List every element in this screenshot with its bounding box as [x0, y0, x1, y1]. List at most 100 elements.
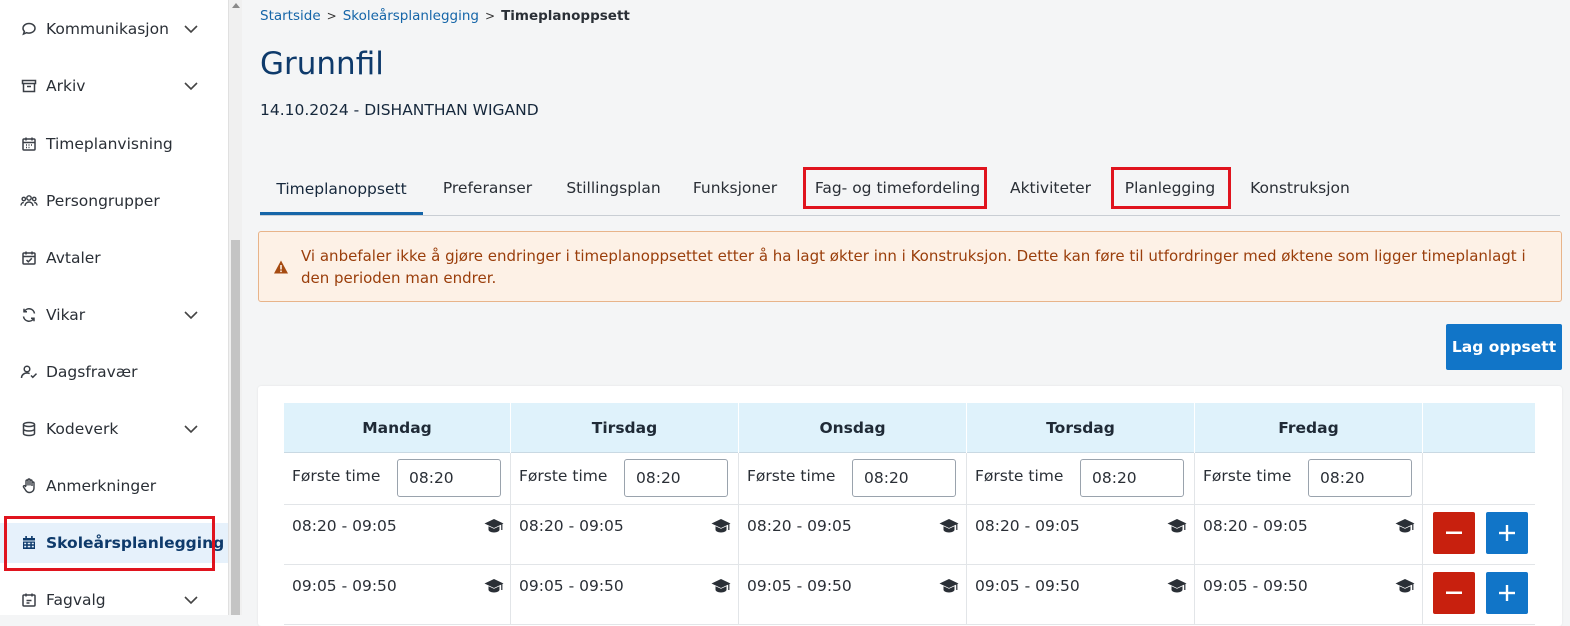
graduation-cap-icon[interactable] — [484, 518, 504, 534]
sidebar-item-label: Dagsfravær — [46, 363, 138, 381]
sidebar-item-skolearsplanlegging[interactable]: Skoleårsplanlegging — [0, 523, 228, 563]
sidebar-item-dagsfravaer[interactable]: Dagsfravær — [0, 352, 228, 392]
plus-icon — [1499, 585, 1515, 601]
sidebar-scrollbar[interactable] — [228, 0, 242, 615]
table-cell: 08:20 - 09:05 — [739, 505, 967, 564]
calendar-grid-icon — [20, 534, 38, 552]
graduation-cap-icon[interactable] — [939, 578, 959, 594]
chevron-down-icon — [183, 593, 199, 607]
table-cell: 08:20 - 09:05 — [511, 505, 739, 564]
sidebar-item-kommunikasjon[interactable]: Kommunikasjon — [0, 9, 228, 49]
table-cell: 08:20 - 09:05 — [967, 505, 1195, 564]
slot-time: 09:05 - 09:50 — [519, 577, 624, 595]
first-period-input-torsdag[interactable] — [1080, 459, 1184, 497]
first-period-label: Første time — [747, 467, 836, 485]
tab-funksjoner[interactable]: Funksjoner — [685, 166, 785, 210]
sidebar-item-fagvalg[interactable]: Fagvalg — [0, 580, 228, 620]
first-period-label: Første time — [1203, 467, 1292, 485]
slot-time: 08:20 - 09:05 — [975, 517, 1080, 535]
sidebar-item-kodeverk[interactable]: Kodeverk — [0, 409, 228, 449]
plus-icon — [1499, 525, 1515, 541]
first-period-input-tirsdag[interactable] — [624, 459, 728, 497]
column-header-torsdag: Torsdag — [967, 403, 1195, 453]
chevron-right-icon: > — [326, 9, 337, 23]
add-slot-button[interactable] — [1486, 512, 1528, 554]
sidebar-item-label: Arkiv — [46, 77, 86, 95]
table-cell: Første time — [967, 453, 1195, 504]
remove-slot-button[interactable] — [1433, 572, 1475, 614]
tab-fag-og-timefordeling[interactable]: Fag- og timefordeling — [808, 166, 987, 210]
first-period-label: Første time — [292, 467, 381, 485]
table-cell: 09:05 - 09:50 — [739, 565, 967, 624]
slot-time: 08:20 - 09:05 — [519, 517, 624, 535]
page-title: Grunnfil — [260, 46, 384, 82]
slot-time: 08:20 - 09:05 — [1203, 517, 1308, 535]
remove-slot-button[interactable] — [1433, 512, 1475, 554]
breadcrumb-link[interactable]: Startside — [260, 8, 321, 24]
table-row: 08:20 - 09:05 08:20 - 09:05 08:20 - 09:0… — [284, 505, 1535, 565]
slot-time: 09:05 - 09:50 — [975, 577, 1080, 595]
sidebar-item-label: Timeplanvisning — [46, 135, 173, 153]
table-cell: 09:05 - 09:50 — [511, 565, 739, 624]
table-cell: 09:05 - 09:50 — [967, 565, 1195, 624]
database-icon — [20, 420, 38, 438]
warning-alert: Vi anbefaler ikke å gjøre endringer i ti… — [258, 231, 1562, 302]
sidebar-item-persongrupper[interactable]: Persongrupper — [0, 181, 228, 221]
tab-aktiviteter[interactable]: Aktiviteter — [1002, 166, 1099, 210]
breadcrumb-current: Timeplanoppsett — [501, 8, 630, 24]
first-period-row: Første time Første time Første time Førs… — [284, 453, 1535, 505]
minus-icon — [1446, 591, 1462, 594]
warning-icon — [273, 259, 289, 275]
scroll-up-arrow-icon[interactable] — [232, 3, 240, 8]
table-cell: 08:20 - 09:05 — [284, 505, 511, 564]
graduation-cap-icon[interactable] — [1395, 578, 1415, 594]
slot-time: 09:05 - 09:50 — [747, 577, 852, 595]
chevron-down-icon — [183, 22, 199, 36]
minus-icon — [1446, 531, 1462, 534]
slot-time: 09:05 - 09:50 — [1203, 577, 1308, 595]
graduation-cap-icon[interactable] — [1167, 578, 1187, 594]
calendar-check-icon — [20, 249, 38, 267]
chevron-down-icon — [183, 308, 199, 322]
tab-stillingsplan[interactable]: Stillingsplan — [556, 166, 671, 210]
tab-timeplanoppsett[interactable]: Timeplanoppsett — [260, 166, 423, 215]
chevron-down-icon — [183, 422, 199, 436]
sidebar-item-label: Kommunikasjon — [46, 20, 169, 38]
first-period-input-fredag[interactable] — [1308, 459, 1412, 497]
tab-planlegging[interactable]: Planlegging — [1116, 166, 1224, 210]
graduation-cap-icon[interactable] — [711, 578, 731, 594]
graduation-cap-icon[interactable] — [484, 578, 504, 594]
graduation-cap-icon[interactable] — [1395, 518, 1415, 534]
table-cell: Første time — [1195, 453, 1423, 504]
chevron-down-icon — [183, 79, 199, 93]
graduation-cap-icon[interactable] — [939, 518, 959, 534]
sidebar-item-anmerkninger[interactable]: Anmerkninger — [0, 466, 228, 506]
sidebar-item-arkiv[interactable]: Arkiv — [0, 66, 228, 106]
create-setup-button[interactable]: Lag oppsett — [1446, 324, 1562, 370]
breadcrumb-link[interactable]: Skoleårsplanlegging — [343, 8, 479, 24]
graduation-cap-icon[interactable] — [711, 518, 731, 534]
graduation-cap-icon[interactable] — [1167, 518, 1187, 534]
main-content: Startside > Skoleårsplanlegging > Timepl… — [242, 0, 1570, 626]
sidebar: Kommunikasjon Arkiv Timeplanvisning Pers… — [0, 0, 228, 615]
tab-preferanser[interactable]: Preferanser — [430, 166, 545, 210]
breadcrumb: Startside > Skoleårsplanlegging > Timepl… — [260, 8, 630, 24]
alert-text: Vi anbefaler ikke å gjøre endringer i ti… — [301, 247, 1526, 287]
sidebar-item-label: Fagvalg — [46, 591, 106, 609]
column-header-onsdag: Onsdag — [739, 403, 967, 453]
sidebar-item-vikar[interactable]: Vikar — [0, 295, 228, 335]
first-period-input-mandag[interactable] — [397, 459, 501, 497]
first-period-input-onsdag[interactable] — [852, 459, 956, 497]
sidebar-item-label: Anmerkninger — [46, 477, 157, 495]
sidebar-item-timeplanvisning[interactable]: Timeplanvisning — [0, 124, 228, 164]
scrollbar-thumb[interactable] — [231, 240, 240, 615]
calendar-icon — [20, 135, 38, 153]
archive-icon — [20, 77, 38, 95]
sidebar-item-avtaler[interactable]: Avtaler — [0, 238, 228, 278]
checkbox-calendar-icon — [20, 591, 38, 609]
column-header-mandag: Mandag — [284, 403, 511, 453]
hand-icon — [20, 477, 38, 495]
tab-konstruksjon[interactable]: Konstruksjon — [1240, 166, 1360, 210]
sidebar-item-label: Persongrupper — [46, 192, 160, 210]
add-slot-button[interactable] — [1486, 572, 1528, 614]
